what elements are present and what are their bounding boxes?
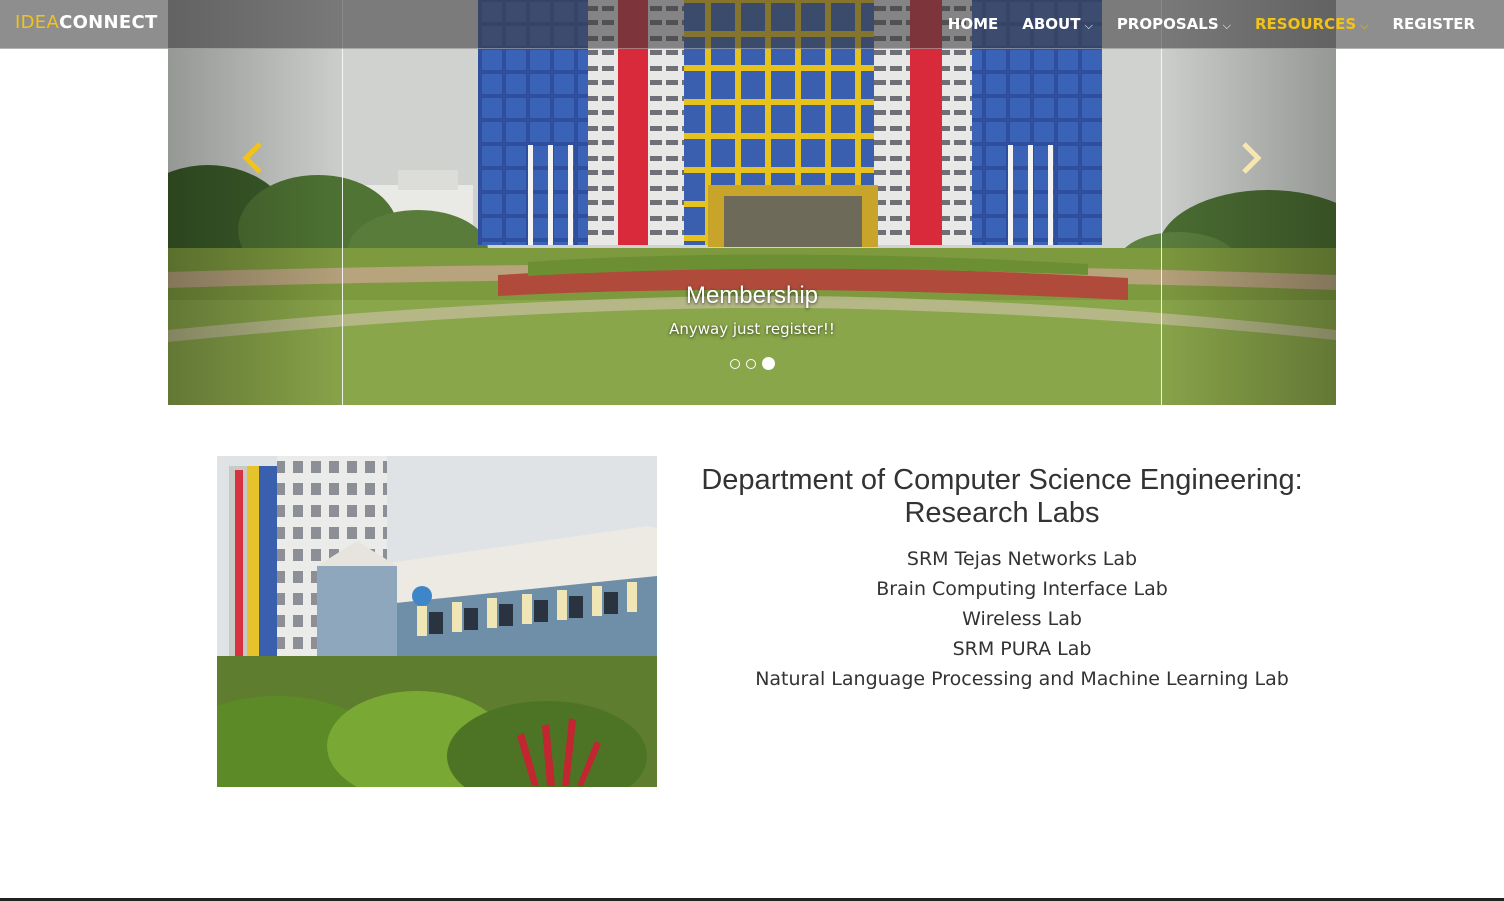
carousel-indicator-3[interactable] [761,357,775,370]
chevron-right-icon [1242,142,1262,174]
carousel-prev-button[interactable] [234,138,274,178]
brand-idea: IDEA [15,12,60,33]
chevron-down-icon: ⌵ [1222,19,1231,32]
carousel-indicator-2[interactable] [745,358,756,369]
department-title: Department of Computer Science Engineeri… [701,464,1303,529]
lab-item: Natural Language Processing and Machine … [755,668,1289,690]
labs-list: SRM Tejas Networks Lab Brain Computing I… [680,544,1324,694]
nav-label-home: HOME [947,15,999,33]
nav-label-register: REGISTER [1392,15,1475,33]
carousel-indicators [168,357,1336,370]
carousel-indicator-1[interactable] [729,358,740,369]
chevron-down-icon: ⌵ [1360,19,1369,32]
nav-menu: HOME ABOUT ⌵ PROPOSALS ⌵ RESOURCES ⌵ REGIST… [924,0,1475,48]
carousel-right-panel [1161,0,1336,405]
nav-item-resources[interactable]: RESOURCES ⌵ [1255,15,1368,33]
carousel-next-button[interactable] [1230,138,1270,178]
nav-item-proposals[interactable]: PROPOSALS ⌵ [1117,15,1231,33]
brand-connect: CONNECT [59,12,158,33]
nav-item-about[interactable]: ABOUT ⌵ [1022,15,1093,33]
nav-item-home[interactable]: HOME [948,15,998,33]
hero-carousel: Membership Anyway just register!! [168,0,1336,405]
carousel-left-panel [168,0,343,405]
lab-item: SRM PURA Lab [952,638,1092,660]
lab-item: Wireless Lab [962,608,1082,630]
nav-label-about: ABOUT [1022,15,1081,33]
chevron-down-icon: ⌵ [1084,19,1093,32]
campus-building-image [217,456,657,787]
nav-item-register[interactable]: REGISTER [1392,15,1475,33]
top-navbar: IDEACONNECT HOME ABOUT ⌵ PROPOSALS ⌵ RESOU… [0,0,1504,49]
nav-label-resources: RESOURCES [1254,15,1357,33]
lab-item: SRM Tejas Networks Lab [906,548,1138,570]
nav-label-proposals: PROPOSALS [1116,15,1219,33]
caption-title: Membership [685,282,819,309]
lab-item: Brain Computing Interface Lab [876,578,1168,600]
brand-logo[interactable]: IDEACONNECT [15,12,158,33]
caption-text: Anyway just register!! [669,320,835,338]
department-section: Department of Computer Science Engineeri… [680,464,1324,694]
chevron-left-icon [242,142,262,174]
carousel-caption: Membership Anyway just register!! [168,282,1336,338]
